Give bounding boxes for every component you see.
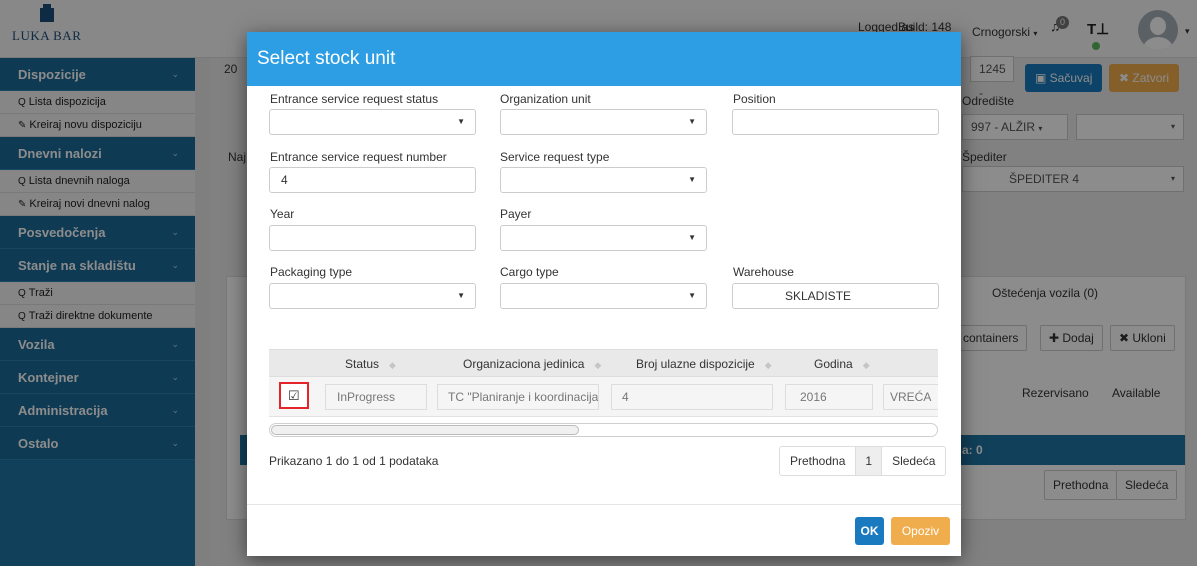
horizontal-scrollbar[interactable] xyxy=(269,423,938,437)
column-label: Status xyxy=(345,357,380,371)
cell-extra: VREĆA xyxy=(883,384,938,410)
packaging-type-select[interactable]: ▼ xyxy=(269,283,476,309)
warehouse-label: Warehouse xyxy=(733,265,794,279)
page-number-button[interactable]: 1 xyxy=(855,447,883,475)
chevron-down-icon: ▼ xyxy=(688,175,696,184)
chevron-down-icon: ▼ xyxy=(688,233,696,242)
chevron-down-icon: ▼ xyxy=(688,117,696,126)
service-type-select[interactable]: ▼ xyxy=(500,167,707,193)
select-row-button[interactable]: ☑ xyxy=(279,382,309,409)
column-label: Godina xyxy=(814,357,853,371)
service-type-label: Service request type xyxy=(500,150,610,164)
column-label: Organizaciona jedinica xyxy=(463,357,585,371)
sort-icon: ◆ xyxy=(389,360,396,370)
entrance-number-label: Entrance service request number xyxy=(270,150,447,164)
next-page-button[interactable]: Sledeća xyxy=(882,447,945,475)
sort-icon: ◆ xyxy=(764,360,772,370)
cargo-type-select[interactable]: ▼ xyxy=(500,283,707,309)
entrance-status-select[interactable]: ▼ xyxy=(269,109,476,135)
organization-unit-label: Organization unit xyxy=(500,92,591,106)
cargo-type-label: Cargo type xyxy=(500,265,559,279)
column-year[interactable]: Godina ◆ xyxy=(814,350,870,378)
scrollbar-thumb[interactable] xyxy=(271,425,579,435)
cancel-button[interactable]: Opoziv xyxy=(891,517,950,545)
cell-entry-number: 4 xyxy=(611,384,773,410)
cell-year: 2016 xyxy=(785,384,873,410)
table-header: Status ◆ Organizaciona jedinica ◆ Broj ula… xyxy=(269,349,938,377)
entrance-number-input[interactable]: 4 xyxy=(269,167,476,193)
modal-footer: OK Opoziv xyxy=(247,504,961,556)
sort-icon: ◆ xyxy=(594,360,602,370)
column-label: Broj ulazne dispozicije xyxy=(636,357,755,371)
position-label: Position xyxy=(733,92,776,106)
packaging-type-label: Packaging type xyxy=(270,265,353,279)
cell-status: InProgress xyxy=(325,384,427,410)
cell-org-unit: TC "Planiranje i koordinacija xyxy=(437,384,599,410)
table-row[interactable]: ☑ InProgress TC "Planiranje i koordinaci… xyxy=(269,377,938,417)
warehouse-select[interactable]: SKLADISTE xyxy=(732,283,939,309)
prev-page-button[interactable]: Prethodna xyxy=(780,447,855,475)
payer-label: Payer xyxy=(500,207,532,221)
organization-unit-select[interactable]: ▼ xyxy=(500,109,707,135)
payer-select[interactable]: ▼ xyxy=(500,225,707,251)
pagination: Prethodna 1 Sledeća xyxy=(779,446,947,476)
entrance-status-label: Entrance service request status xyxy=(270,92,439,106)
modal-title: Select stock unit xyxy=(247,32,961,86)
year-input[interactable] xyxy=(269,225,476,251)
column-org-unit[interactable]: Organizaciona jedinica ◆ xyxy=(463,350,601,378)
chevron-down-icon: ▼ xyxy=(688,291,696,300)
chevron-down-icon: ▼ xyxy=(457,291,465,300)
results-info-text: Prikazano 1 do 1 od 1 podataka xyxy=(269,454,439,468)
checkbox-icon: ☑ xyxy=(288,388,300,403)
chevron-down-icon: ▼ xyxy=(457,117,465,126)
position-input[interactable] xyxy=(732,109,939,135)
sort-icon: ◆ xyxy=(862,360,870,370)
column-entry-number[interactable]: Broj ulazne dispozicije ◆ xyxy=(636,350,772,378)
year-label: Year xyxy=(270,207,295,221)
column-status[interactable]: Status ◆ xyxy=(345,350,396,378)
ok-button[interactable]: OK xyxy=(855,517,884,545)
warehouse-value: SKLADISTE xyxy=(785,289,852,303)
select-stock-unit-modal: Select stock unit Entrance service reque… xyxy=(247,32,961,556)
